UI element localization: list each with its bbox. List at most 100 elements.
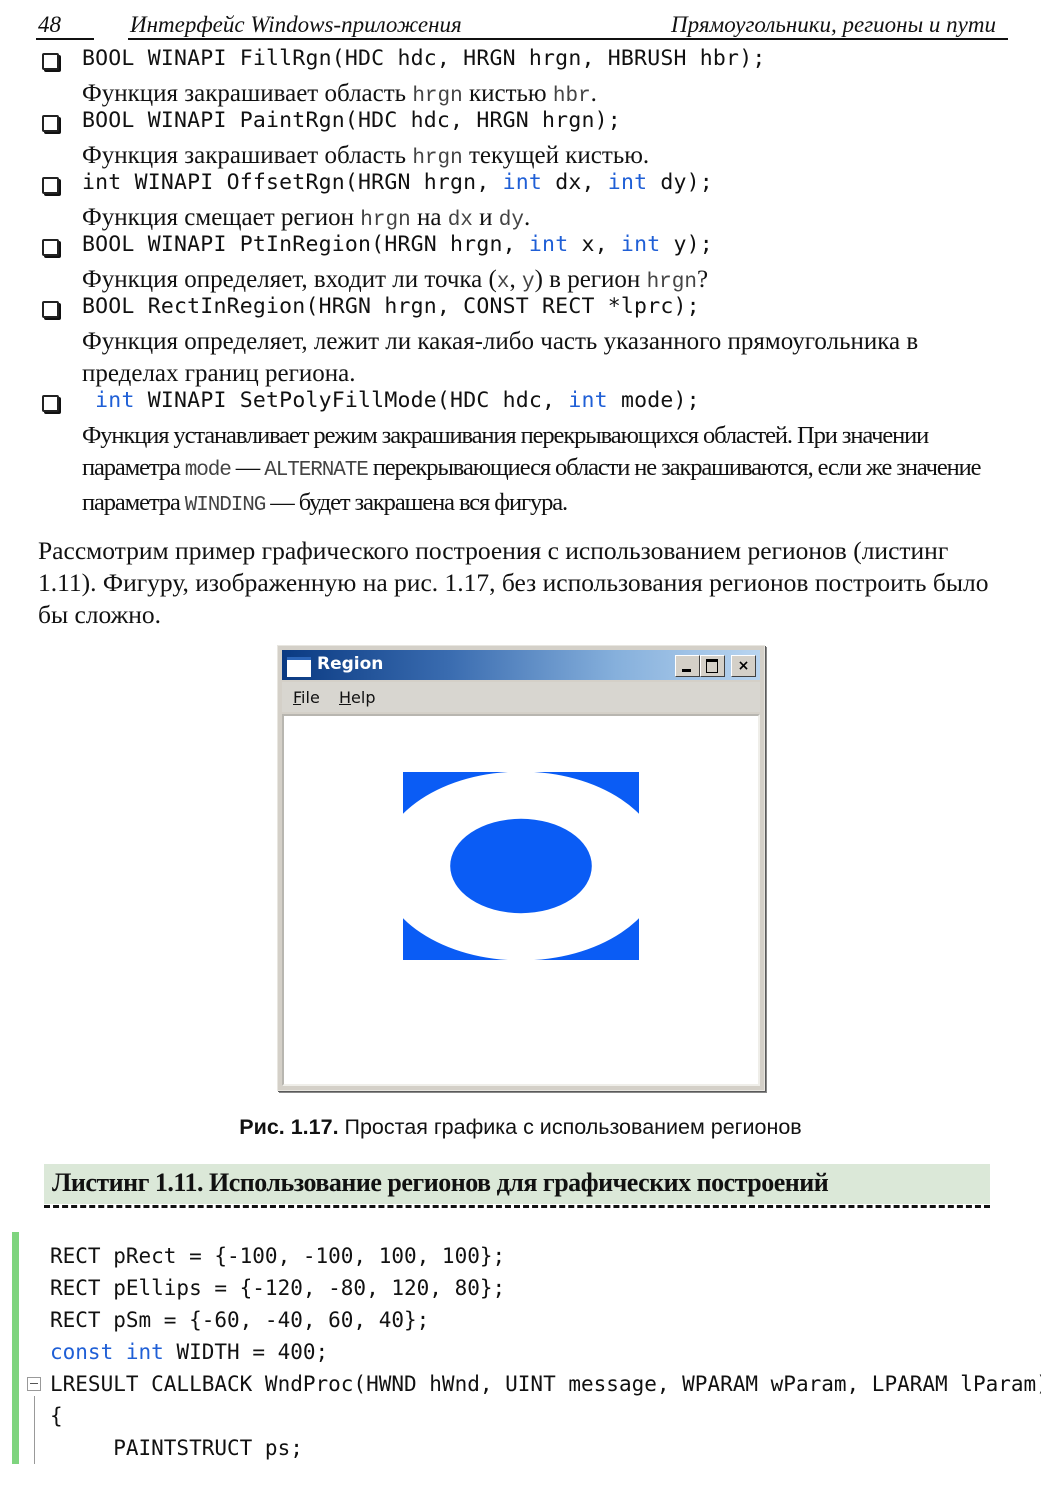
inline-code: hrgn	[412, 85, 463, 108]
code-text: RECT pSm = {-60, -40, 60, 40};	[50, 1308, 430, 1332]
function-description: Функция определяет, лежит ли какая-либо …	[82, 326, 1012, 390]
checkbox-bullet-icon	[42, 53, 59, 70]
function-signature: BOOL RectInRegion(HRGN hrgn, CONST RECT …	[82, 294, 700, 319]
collapse-icon[interactable]	[27, 1377, 41, 1391]
keyword: int	[502, 170, 543, 195]
description-text: Функция определяет, входит ли точка (	[82, 266, 497, 293]
inline-code: ALTERNATE	[264, 459, 369, 482]
code-text: BOOL WINAPI FillRgn(HDC hdc, HRGN hrgn, …	[82, 46, 766, 71]
inline-code: WINDING	[184, 494, 267, 517]
menu-file-accel: F	[293, 688, 302, 707]
section-title: Прямоугольники, регионы и пути	[671, 12, 996, 37]
inline-code: dy	[498, 209, 525, 232]
maximize-icon	[706, 659, 718, 673]
code-text: int WINAPI OffsetRgn(HRGN hrgn,	[82, 170, 503, 195]
description-text: .	[524, 204, 531, 231]
minimize-button[interactable]	[675, 655, 700, 677]
running-header: 48 Интерфейс Windows-приложения Прямоуго…	[36, 8, 1008, 40]
menu-bar: File Help	[282, 682, 760, 712]
function-signature: BOOL WINAPI FillRgn(HDC hdc, HRGN hrgn, …	[82, 46, 766, 71]
description-text: Функция закрашивает область	[82, 142, 413, 169]
checkbox-bullet-icon	[42, 177, 59, 194]
description-text: — будет закрашена вся фигура.	[265, 489, 568, 516]
function-signature: BOOL WINAPI PtInRegion(HRGN hrgn, int x,…	[82, 232, 713, 257]
description-text: Функция определяет, лежит ли какая-либо …	[82, 328, 919, 387]
region-group	[403, 772, 639, 960]
description-text: ,	[509, 266, 522, 293]
description-text: и	[472, 204, 499, 231]
header-rule	[128, 38, 1008, 40]
code-text: RECT pRect = {-100, -100, 100, 100};	[50, 1244, 506, 1268]
inline-code: dx	[447, 209, 473, 232]
code-text: {	[50, 1404, 63, 1428]
code-text: BOOL WINAPI PtInRegion(HRGN hrgn,	[82, 232, 529, 257]
inline-code: y	[521, 271, 535, 294]
inline-code: hbr	[552, 85, 591, 108]
code-line: RECT pRect = {-100, -100, 100, 100};	[50, 1240, 1041, 1272]
figure-caption-text: Простая графика с использованием регионо…	[338, 1115, 802, 1139]
inline-code: hrgn	[412, 147, 463, 170]
window-title: Region	[317, 654, 384, 674]
code-text: mode);	[607, 388, 700, 413]
keyword: int	[620, 232, 661, 257]
menu-help[interactable]: Help	[339, 688, 375, 707]
minimize-icon	[682, 669, 691, 672]
region-shape	[403, 772, 639, 960]
inline-code: hrgn	[360, 209, 411, 232]
inline-code: hrgn	[646, 271, 697, 294]
function-signature: BOOL WINAPI PaintRgn(HDC hdc, HRGN hrgn)…	[82, 108, 621, 133]
code-text: LRESULT CALLBACK WndProc(HWND hWnd, UINT…	[50, 1372, 1041, 1396]
keyword: int	[95, 388, 135, 413]
code-line: PAINTSTRUCT ps;	[50, 1432, 1041, 1464]
keyword: int	[568, 388, 608, 413]
maximize-button[interactable]	[700, 655, 725, 677]
code-listing: RECT pRect = {-100, -100, 100, 100}; RECT…	[50, 1240, 1041, 1464]
code-text: PAINTSTRUCT ps;	[50, 1436, 303, 1460]
description-text: Функция закрашивает область	[82, 80, 413, 107]
code-text: BOOL WINAPI PaintRgn(HDC hdc, HRGN hrgn)…	[82, 108, 621, 133]
code-text: x,	[568, 232, 621, 257]
code-text: y);	[660, 232, 713, 257]
checkbox-bullet-icon	[42, 239, 59, 256]
title-bar[interactable]: Region ×	[282, 650, 760, 680]
client-area	[282, 714, 760, 1086]
function-signature: int WINAPI OffsetRgn(HRGN hrgn, int dx, …	[82, 170, 713, 195]
page-number: 48	[38, 12, 61, 37]
change-marker-bar	[12, 1232, 19, 1464]
figure-caption: Рис. 1.17. Простая графика с использован…	[0, 1115, 1041, 1140]
figure-caption-label: Рис. 1.17.	[239, 1115, 339, 1139]
description-text: .	[590, 80, 597, 107]
code-line: {	[50, 1400, 1041, 1432]
close-button[interactable]: ×	[731, 655, 756, 677]
inline-code: x	[496, 271, 510, 294]
keyword: int	[607, 170, 648, 195]
description-text: Функция смещает регион	[82, 204, 361, 231]
window-app-icon	[287, 657, 311, 677]
description-text: текущей кистью.	[462, 142, 650, 169]
code-text: WIDTH = 400;	[163, 1340, 329, 1364]
code-text: dx,	[542, 170, 608, 195]
code-text: WINAPI SetPolyFillMode(HDC hdc,	[134, 388, 569, 413]
menu-file[interactable]: File	[293, 688, 320, 707]
body-paragraph: Рассмотрим пример графического построени…	[38, 536, 989, 629]
code-text: RECT pEllips = {-120, -80, 120, 80};	[50, 1276, 506, 1300]
menu-help-label: elp	[351, 688, 376, 707]
keyword: int	[528, 232, 569, 257]
description-text: на	[410, 204, 448, 231]
menu-file-label: ile	[301, 688, 320, 707]
code-text: dy);	[647, 170, 713, 195]
menu-help-accel: H	[339, 688, 352, 707]
keyword: const	[50, 1340, 114, 1364]
description-text: ?	[696, 266, 709, 293]
function-description: Функция устанавливает режим закрашивания…	[82, 420, 1012, 522]
close-icon: ×	[737, 658, 750, 674]
code-line: RECT pEllips = {-120, -80, 120, 80};	[50, 1272, 1041, 1304]
checkbox-bullet-icon	[42, 115, 59, 132]
region-drawing	[403, 772, 639, 960]
description-text: —	[230, 454, 265, 481]
keyword: int	[125, 1340, 164, 1364]
listing-rule	[44, 1205, 990, 1208]
code-text: BOOL RectInRegion(HRGN hrgn, CONST RECT …	[82, 294, 700, 319]
description-text: ) в регион	[534, 266, 647, 293]
